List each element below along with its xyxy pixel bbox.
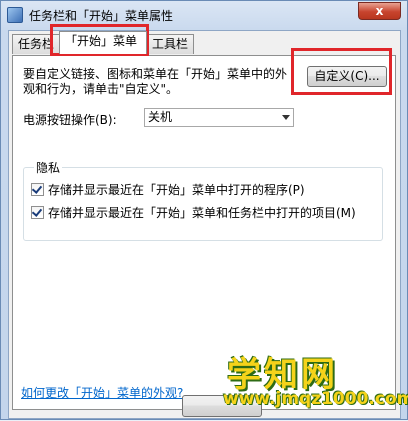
title-bar[interactable]: 任务栏和「开始」菜单属性 x [1,1,407,29]
ok-button[interactable] [182,395,262,417]
power-button-value: 关机 [148,110,173,124]
taskbar-properties-icon [7,7,23,23]
power-button-select[interactable]: 关机 [144,108,294,127]
chevron-down-icon [282,115,290,120]
start-menu-panel: 要自定义链接、图标和菜单在「开始」菜单中的外观和行为，请单击"自定义"。 自定义… [12,55,396,410]
properties-window: 任务栏和「开始」菜单属性 x 任务栏 「开始」菜单 工具栏 要自定义链接、图标和… [0,0,408,420]
recent-programs-checkbox[interactable] [31,183,44,196]
recent-items-label: 存储并显示最近在「开始」菜单和任务栏中打开的项目(M) [48,206,356,220]
power-button-label: 电源按钮操作(B): [23,113,117,127]
close-button[interactable]: x [358,2,401,20]
recent-programs-label: 存储并显示最近在「开始」菜单中打开的程序(P) [48,183,305,197]
tab-start-menu[interactable]: 「开始」菜单 [59,31,147,54]
checkmark-icon [31,183,43,194]
privacy-title: 隐私 [34,159,63,176]
help-link[interactable]: 如何更改「开始」菜单的外观? [21,384,183,401]
recent-items-checkbox-row[interactable]: 存储并显示最近在「开始」菜单和任务栏中打开的项目(M) [31,206,356,220]
customize-button[interactable]: 自定义(C)... [307,66,387,87]
dialog-body: 任务栏 「开始」菜单 工具栏 要自定义链接、图标和菜单在「开始」菜单中的外观和行… [8,30,401,419]
tab-toolbars[interactable]: 工具栏 [146,34,194,54]
recent-programs-checkbox-row[interactable]: 存储并显示最近在「开始」菜单中打开的程序(P) [31,183,305,197]
recent-items-checkbox[interactable] [31,206,44,219]
privacy-group: 隐私 存储并显示最近在「开始」菜单中打开的程序(P) 存储并显示最近在「开始」菜… [23,159,383,241]
checkmark-icon [31,206,43,217]
window-title: 任务栏和「开始」菜单属性 [29,9,174,23]
customize-description: 要自定义链接、图标和菜单在「开始」菜单中的外观和行为，请单击"自定义"。 [23,67,288,96]
tab-taskbar[interactable]: 任务栏 [12,34,60,54]
